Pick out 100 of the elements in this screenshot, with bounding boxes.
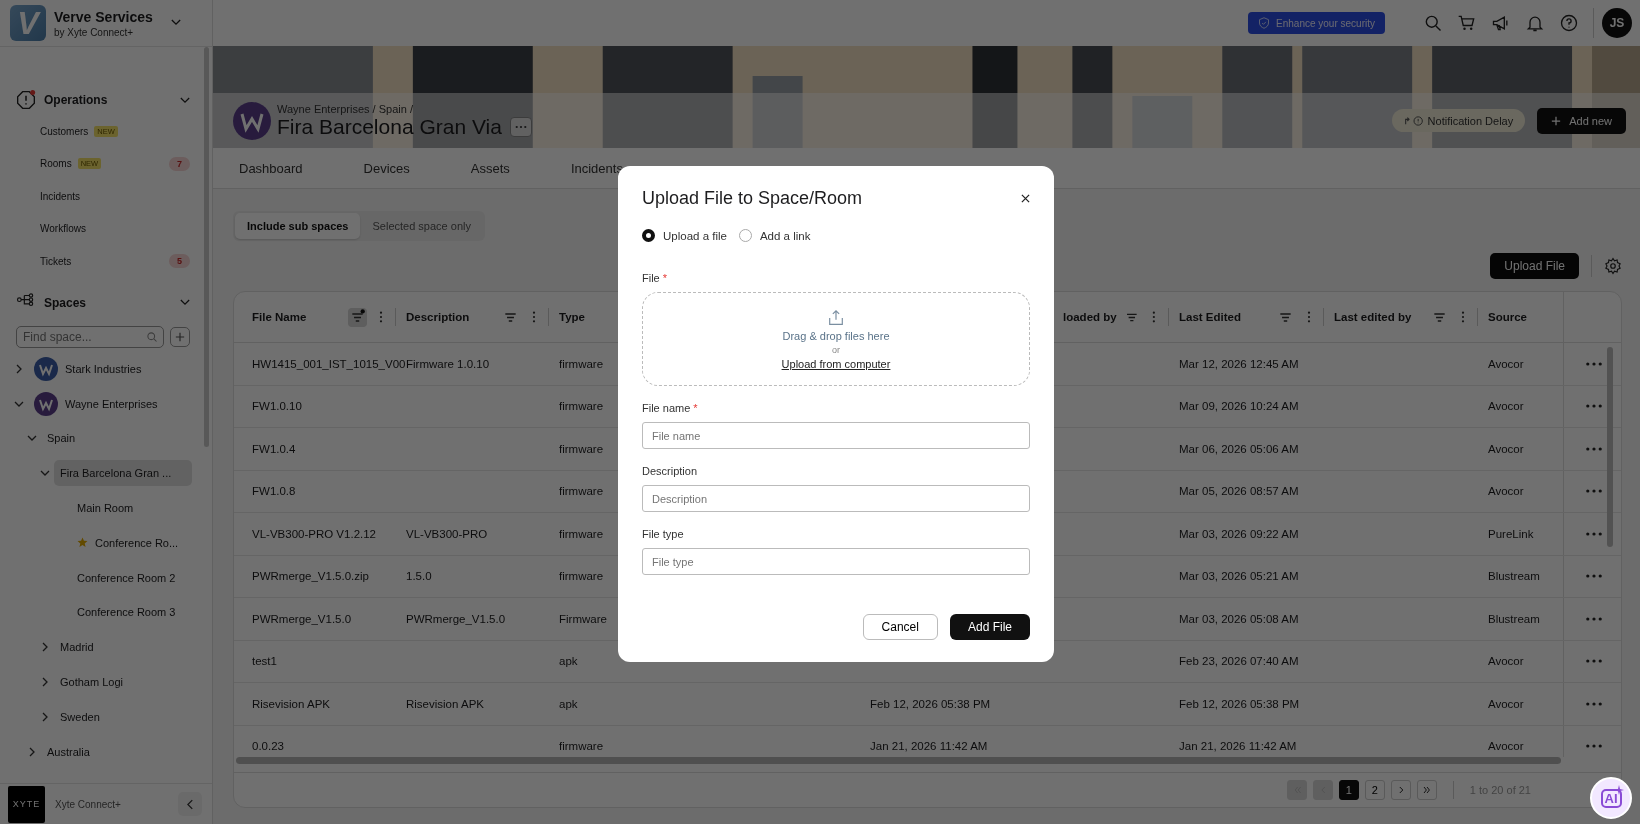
column-menu-icon[interactable] [1307,311,1311,323]
tree-item[interactable]: Madrid [54,634,192,661]
column-header[interactable]: File Name [252,311,307,323]
add-space-button[interactable] [170,326,190,347]
column-menu-icon[interactable] [1461,311,1465,323]
chevron-icon[interactable] [40,677,50,688]
settings-icon[interactable] [1604,257,1622,275]
upload-link[interactable]: Upload from computer [781,357,891,370]
search-field[interactable]: Find space... [16,325,164,348]
page-button[interactable]: 1 [1338,780,1359,800]
close-icon[interactable] [1021,194,1030,203]
input-field[interactable]: Description [642,485,1030,512]
column-header[interactable]: Last edited by [1334,311,1412,323]
nav-item[interactable]: Customers [40,125,89,137]
table-cell: PWRmerge_V1.5.0.zip [252,570,369,583]
help-icon[interactable] [1559,13,1579,33]
scope-toggle[interactable]: Include sub spaces [235,213,361,239]
tree-item[interactable]: Gotham Logi [54,669,192,696]
table-cell: Jan 21, 2026 11:42 AM [1179,740,1297,753]
breadcrumb[interactable]: Wayne Enterprises / Spain / [277,102,532,115]
chevron-icon[interactable] [27,746,37,757]
notification-delay-button[interactable]: Notification Delay [1391,109,1526,132]
add-new-button[interactable]: Add new [1537,107,1626,134]
table-cell: 0.0.23 [252,740,284,753]
tree-item[interactable]: Sweden [54,703,192,730]
table-cell: firmware [559,485,604,498]
radio-option[interactable]: Upload a file [642,229,727,242]
megaphone-icon[interactable] [1491,13,1511,33]
scope-toggle[interactable]: Selected space only [360,213,483,239]
column-menu-icon[interactable] [1152,311,1157,323]
group-title[interactable]: Spaces [44,295,180,310]
table-cell: Mar 09, 2026 10:24 AM [1179,400,1299,413]
column-header[interactable]: Type [559,311,585,323]
table-cell: FW1.0.8 [252,485,296,498]
filter-icon[interactable] [348,307,367,327]
column-header[interactable]: Source [1488,311,1527,323]
more-icon [514,124,527,129]
nav-item[interactable]: Rooms [40,158,72,170]
user-avatar[interactable]: JS [1602,8,1632,38]
table-cell: Blustream [1488,570,1540,583]
column-header[interactable]: Last Edited [1179,311,1241,323]
upload-file-button[interactable]: Upload File [1490,253,1579,279]
add-file-button[interactable]: Add File [949,614,1030,640]
row-actions-icon[interactable] [1586,446,1602,451]
table-cell: Risevision APK [406,697,484,710]
radio-option[interactable]: Add a link [738,229,811,242]
row-actions-icon[interactable] [1586,361,1602,366]
nav-item[interactable]: Tickets [40,255,72,267]
row-actions-icon[interactable] [1586,744,1602,749]
nav-item[interactable]: Workflows [40,223,86,235]
input-field[interactable]: File type [642,548,1030,575]
tab[interactable]: Assets [458,148,522,188]
tree-item[interactable]: Conference Room 3 [71,599,192,626]
chevron-icon[interactable] [180,299,190,306]
table-cell: Blustream [1488,612,1540,625]
row-actions-icon[interactable] [1586,701,1602,706]
xyte-logo: XYTE [8,785,45,823]
page-button[interactable]: 2 [1364,780,1385,800]
shield-check-icon [1258,17,1271,29]
row-actions-icon[interactable] [1586,531,1602,536]
table-cell: Avocor [1488,655,1524,668]
pager-button[interactable] [1416,780,1437,800]
tree-item[interactable]: Conference Room 2 [71,564,192,591]
tab[interactable]: Dashboard [227,148,315,188]
nav-item[interactable]: Incidents [40,190,81,202]
upload-icon [827,308,845,327]
group-title[interactable]: Operations [44,93,180,107]
row-actions-icon[interactable] [1586,489,1602,494]
scrollbar[interactable] [1607,347,1613,547]
tree-item[interactable]: Conference Ro... [71,529,192,556]
radio-button[interactable] [642,229,655,242]
drop-zone[interactable]: Drag & drop files here or Upload from computer [642,292,1030,386]
row-actions-icon[interactable] [1586,574,1602,579]
row-actions-icon[interactable] [1586,616,1602,621]
tab[interactable]: Incidents [558,148,635,188]
table-cell: Avocor [1488,697,1524,710]
tab[interactable]: Devices [351,148,422,188]
row-actions-icon[interactable] [1586,659,1602,664]
tree-item[interactable]: Australia [41,738,192,765]
search-icon[interactable] [1423,13,1443,33]
tree-item[interactable]: Fira Barcelona Gran ... [54,460,192,487]
chevron-icon[interactable] [180,96,190,104]
tree-item[interactable]: Main Room [71,495,192,522]
column-header[interactable]: loaded by [1063,311,1117,323]
chevron-icon[interactable] [40,711,50,722]
input-field[interactable]: File name [642,422,1030,449]
chevron-icon[interactable] [40,642,50,653]
column-menu-icon[interactable] [532,311,536,323]
collapse-button[interactable] [178,792,202,816]
chevron-down-icon[interactable] [170,19,181,26]
cart-icon[interactable] [1457,13,1477,33]
cancel-button[interactable]: Cancel [862,614,938,640]
column-menu-icon[interactable] [379,311,383,323]
row-actions-icon[interactable] [1586,404,1602,409]
security-button[interactable]: Enhance your security [1248,12,1385,34]
tree-item[interactable]: Spain [41,425,192,452]
column-header[interactable]: Description [406,311,470,323]
chevron-icon[interactable] [14,363,24,374]
scrollbar[interactable] [204,47,209,447]
scrollbar[interactable] [236,757,1561,764]
